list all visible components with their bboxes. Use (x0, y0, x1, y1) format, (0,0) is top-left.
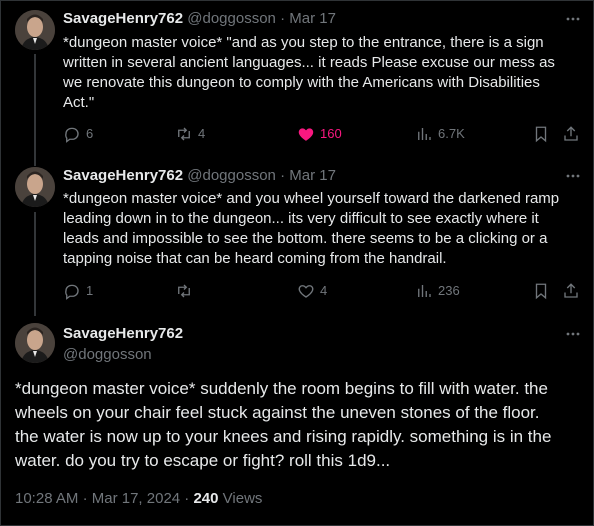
focus-tweet-text: *dungeon master voice* suddenly the room… (15, 379, 552, 470)
tweet-meta: 10:28 AM · Mar 17, 2024 · 240 Views (15, 489, 262, 509)
reply-icon (65, 127, 79, 143)
like-button[interactable]: 160 (297, 124, 342, 144)
display-name[interactable]: SavageHenry762 (63, 167, 183, 184)
views-count: 236 (438, 283, 460, 298)
reply-count: 1 (86, 283, 94, 298)
like-icon (298, 285, 314, 298)
views-count: 6.7K (438, 126, 465, 141)
share-icon[interactable] (562, 125, 580, 143)
bookmark-icon[interactable] (532, 282, 550, 300)
more-icon[interactable] (565, 11, 581, 27)
like-count: 4 (320, 283, 328, 298)
separator: · (280, 167, 286, 184)
reply-button[interactable]: 6 (63, 124, 93, 144)
avatar[interactable] (15, 323, 55, 363)
thread-line (34, 212, 36, 316)
like-icon (298, 128, 314, 141)
bookmark-icon[interactable] (532, 125, 550, 143)
views-total: 240 (193, 490, 219, 507)
share-icon[interactable] (562, 282, 580, 300)
retweet-icon (178, 127, 190, 141)
tweet-text: *dungeon master voice* and you wheel you… (63, 190, 560, 267)
reply-icon (65, 284, 79, 300)
retweet-button[interactable]: 4 (175, 124, 205, 144)
like-button[interactable]: 4 (297, 281, 327, 301)
tweet-date[interactable]: Mar 17, 2024 (92, 490, 180, 507)
views-button[interactable]: 236 (415, 281, 460, 301)
avatar[interactable] (15, 10, 55, 50)
tweet-date[interactable]: Mar 17 (289, 10, 336, 27)
reply-count: 6 (86, 126, 94, 141)
more-icon[interactable] (565, 326, 581, 342)
views-button[interactable]: 6.7K (415, 124, 465, 144)
tweet-time[interactable]: 10:28 AM (15, 490, 78, 507)
display-name[interactable]: SavageHenry762 (63, 10, 183, 27)
separator: · (82, 490, 88, 507)
tweet-actions: 1 4 236 (63, 281, 585, 301)
user-handle[interactable]: @doggosson (187, 10, 276, 27)
reply-button[interactable]: 1 (63, 281, 93, 301)
more-icon[interactable] (565, 168, 581, 184)
tweet-header: SavageHenry762 @doggosson · Mar 17 (63, 166, 336, 186)
views-icon (418, 285, 431, 297)
tweet-text: *dungeon master voice* "and as you step … (63, 34, 555, 111)
separator: · (280, 10, 286, 27)
user-handle[interactable]: @doggosson (187, 167, 276, 184)
like-count: 160 (320, 126, 342, 141)
avatar[interactable] (15, 167, 55, 207)
views-icon (418, 128, 431, 140)
tweet-actions: 6 4 160 6.7K (63, 124, 585, 144)
retweet-icon (178, 284, 190, 298)
display-name[interactable]: SavageHenry762 (63, 324, 183, 344)
thread-line (34, 54, 36, 166)
tweet-date[interactable]: Mar 17 (289, 167, 336, 184)
separator: · (184, 490, 190, 507)
retweet-button[interactable] (175, 281, 198, 301)
retweet-count: 4 (198, 126, 206, 141)
user-handle[interactable]: @doggosson (63, 345, 152, 365)
views-label: Views (222, 490, 263, 507)
tweet-header: SavageHenry762 @doggosson · Mar 17 (63, 9, 336, 29)
